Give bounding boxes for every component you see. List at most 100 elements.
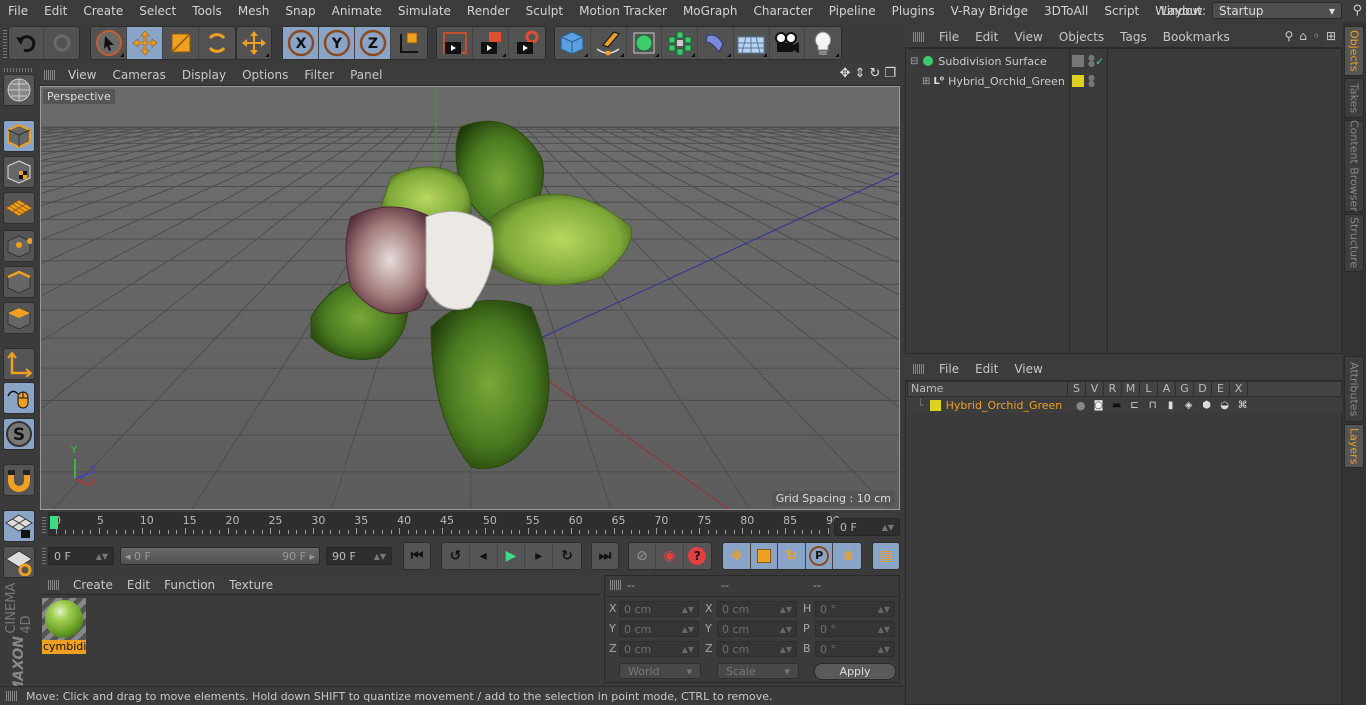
add-camera-button[interactable] — [770, 27, 806, 59]
z-axis-lock-button[interactable]: Z — [355, 27, 391, 59]
add-floor-button[interactable] — [734, 27, 770, 59]
x-axis-lock-button[interactable]: X — [283, 27, 319, 59]
col-locked[interactable]: L — [1140, 382, 1158, 396]
manager-toggle-icon[interactable]: ⊏ — [1126, 400, 1144, 411]
layer-name[interactable]: Hybrid_Orchid_Green — [946, 399, 1072, 412]
add-cube-button[interactable] — [555, 27, 591, 59]
objects-menu-edit[interactable]: Edit — [967, 30, 1006, 44]
tab-structure[interactable]: Structure — [1344, 214, 1364, 272]
menu-sculpt[interactable]: Sculpt — [518, 4, 571, 18]
expressions-toggle-icon[interactable]: ◒ — [1216, 400, 1234, 411]
viewport-mode-button[interactable] — [3, 74, 35, 106]
viewport-menu-panel[interactable]: Panel — [342, 68, 390, 82]
add-subdivision-button[interactable] — [627, 27, 663, 59]
tweak-mode-button[interactable] — [3, 382, 35, 414]
objects-menu-file[interactable]: File — [931, 30, 967, 44]
tab-layers[interactable]: Layers — [1344, 424, 1364, 468]
viewport-menu-view[interactable]: View — [60, 68, 104, 82]
col-deformers[interactable]: D — [1194, 382, 1212, 396]
object-row-subdivision[interactable]: ⊟ Subdivision Surface ● ● ✓ — [906, 51, 1341, 71]
menu-snap[interactable]: Snap — [277, 4, 323, 18]
pos-z-field[interactable]: 0 cm ▲▼ — [619, 641, 699, 657]
prev-key-button[interactable]: ↺ — [442, 543, 470, 569]
size-y-field[interactable]: 0 cm ▲▼ — [717, 621, 797, 637]
workplane-lock-button[interactable] — [3, 510, 35, 542]
menu-plugins[interactable]: Plugins — [884, 4, 943, 18]
rotate-tool-button[interactable] — [199, 27, 235, 59]
texture-mode-button[interactable] — [3, 156, 35, 188]
key-position-button[interactable]: ✥ — [723, 543, 751, 569]
goto-end-button[interactable]: ⏭ — [591, 542, 619, 570]
coordinate-mode-dropdown[interactable]: World ▾ — [619, 663, 701, 679]
snap-enable-button[interactable]: S — [3, 418, 35, 450]
search-icon[interactable]: ⚲ — [1352, 3, 1362, 18]
apply-button[interactable]: Apply — [814, 663, 896, 680]
playhead[interactable] — [50, 516, 58, 529]
col-xref[interactable]: X — [1230, 382, 1248, 396]
viewport-menu-options[interactable]: Options — [234, 68, 296, 82]
undo-button[interactable] — [9, 27, 45, 59]
col-view[interactable]: V — [1086, 382, 1104, 396]
rot-h-field[interactable]: 0 ° ▲▼ — [815, 601, 895, 617]
end-frame-field[interactable]: 90 F ▲▼ — [326, 547, 392, 565]
col-manager[interactable]: M — [1122, 382, 1140, 396]
layers-menu-view[interactable]: View — [1006, 362, 1050, 376]
layer-row[interactable]: └ Hybrid_Orchid_Green ● ◙ ▬ ⊏ ⊓ ▮ ◈ ⬢ ◒ … — [907, 397, 1342, 413]
render-settings-button[interactable] — [509, 27, 545, 59]
col-generators[interactable]: G — [1176, 382, 1194, 396]
menu-vray-bridge[interactable]: V-Ray Bridge — [943, 4, 1036, 18]
size-x-field[interactable]: 0 cm ▲▼ — [717, 601, 797, 617]
menu-edit[interactable]: Edit — [36, 4, 75, 18]
polygons-mode-button[interactable] — [3, 302, 35, 334]
deformers-toggle-icon[interactable]: ⬢ — [1198, 400, 1216, 411]
pos-x-field[interactable]: 0 cm ▲▼ — [619, 601, 699, 617]
redo-button[interactable] — [44, 27, 79, 59]
menu-create[interactable]: Create — [75, 4, 131, 18]
next-frame-button[interactable]: ▸ — [525, 543, 554, 569]
dolly-view-icon[interactable]: ⇕ — [855, 66, 866, 81]
search-icon[interactable]: ⚲ — [1284, 29, 1293, 43]
solo-toggle-icon[interactable]: ● — [1072, 399, 1090, 412]
object-name[interactable]: Subdivision Surface — [938, 55, 1046, 68]
menu-motion-tracker[interactable]: Motion Tracker — [571, 4, 675, 18]
object-row-orchid[interactable]: ⊞ L⁰ Hybrid_Orchid_Green ● ● — [906, 71, 1341, 91]
frame-range-slider[interactable]: ◂ 0 F 90 F ▸ — [120, 547, 320, 565]
layers-menu-file[interactable]: File — [931, 362, 967, 376]
menu-mograph[interactable]: MoGraph — [675, 4, 746, 18]
menu-render[interactable]: Render — [459, 4, 518, 18]
size-z-field[interactable]: 0 cm ▲▼ — [717, 641, 797, 657]
col-animation[interactable]: A — [1158, 382, 1176, 396]
record-keys-button[interactable]: ⊘ — [629, 543, 657, 569]
menu-mesh[interactable]: Mesh — [230, 4, 278, 18]
coordinate-system-button[interactable] — [391, 27, 427, 59]
menu-animate[interactable]: Animate — [324, 4, 390, 18]
prev-frame-button[interactable]: ◂ — [470, 543, 498, 569]
menu-pipeline[interactable]: Pipeline — [821, 4, 884, 18]
col-name[interactable]: Name — [908, 382, 1068, 396]
toggle-layout-icon[interactable]: ❐ — [884, 66, 896, 81]
menu-tools[interactable]: Tools — [184, 4, 230, 18]
key-pla-button[interactable]: ⁞⁞⁞ — [833, 543, 861, 569]
visibility-dots[interactable]: ● ● — [1088, 54, 1095, 68]
objects-menu-bookmarks[interactable]: Bookmarks — [1155, 30, 1238, 44]
viewport-menu-filter[interactable]: Filter — [296, 68, 342, 82]
tab-takes[interactable]: Takes — [1344, 78, 1364, 118]
rot-p-field[interactable]: 0 ° ▲▼ — [815, 621, 895, 637]
viewport-menu-cameras[interactable]: Cameras — [104, 68, 173, 82]
edges-mode-button[interactable] — [3, 266, 35, 298]
material-menu-create[interactable]: Create — [66, 578, 120, 592]
col-render[interactable]: R — [1104, 382, 1122, 396]
render-toggle-icon[interactable]: ▬ — [1108, 400, 1126, 411]
recent-move-button[interactable] — [237, 27, 271, 59]
points-mode-button[interactable] — [3, 230, 35, 262]
menu-select[interactable]: Select — [131, 4, 184, 18]
move-tool-button[interactable] — [127, 27, 163, 59]
current-frame-field[interactable]: 0 F ▲▼ — [834, 518, 900, 536]
axis-mode-button[interactable] — [3, 348, 35, 380]
render-view-button[interactable] — [437, 27, 473, 59]
menu-simulate[interactable]: Simulate — [390, 4, 459, 18]
live-selection-button[interactable] — [91, 27, 127, 59]
enabled-check-icon[interactable]: ✓ — [1095, 55, 1104, 68]
size-mode-dropdown[interactable]: Scale ▾ — [717, 663, 799, 679]
magnet-button[interactable] — [3, 464, 35, 496]
